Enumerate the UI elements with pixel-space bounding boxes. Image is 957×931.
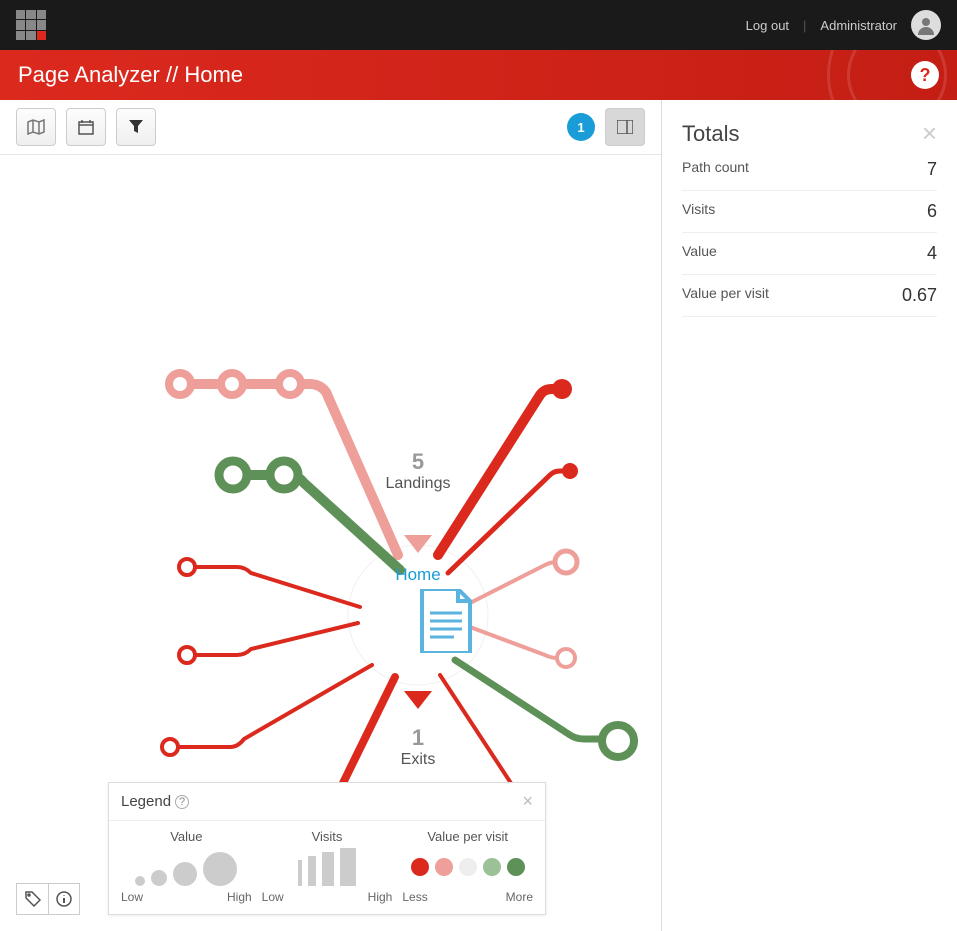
avatar-icon[interactable] bbox=[911, 10, 941, 40]
calendar-button[interactable] bbox=[66, 108, 106, 146]
count-badge[interactable]: 1 bbox=[567, 113, 595, 141]
map-button[interactable] bbox=[16, 108, 56, 146]
path-diagram[interactable]: 5 Landings Home 1 Exits 0.8 Exit value p… bbox=[0, 155, 661, 785]
panel-close-icon[interactable]: × bbox=[922, 118, 937, 149]
stat-row: Visits6 bbox=[682, 191, 937, 233]
info-button[interactable] bbox=[48, 883, 80, 915]
panel-title: Totals bbox=[682, 121, 739, 147]
legend-title: Legend bbox=[121, 793, 171, 810]
stat-row: Path count7 bbox=[682, 149, 937, 191]
exits-metric: 1 Exits bbox=[401, 725, 436, 769]
panel-toggle-button[interactable] bbox=[605, 108, 645, 146]
legend-vpv-col: Value per visit LessMore bbox=[402, 829, 533, 904]
tag-button[interactable] bbox=[16, 883, 48, 915]
topbar: Log out | Administrator bbox=[0, 0, 957, 50]
bottom-tools bbox=[16, 883, 80, 915]
center-node-label[interactable]: Home bbox=[395, 565, 440, 585]
stat-row: Value4 bbox=[682, 233, 937, 275]
app-logo-icon[interactable] bbox=[16, 10, 46, 40]
legend-close-icon[interactable]: × bbox=[522, 791, 533, 812]
main-area: 1 bbox=[0, 100, 662, 931]
legend-help-icon[interactable]: ? bbox=[175, 795, 189, 809]
totals-panel: Totals × Path count7 Visits6 Value4 Valu… bbox=[662, 100, 957, 931]
logout-link[interactable]: Log out bbox=[746, 18, 789, 33]
stat-row: Value per visit0.67 bbox=[682, 275, 937, 317]
legend-panel: Legend ? × Value LowHigh Visits bbox=[108, 782, 546, 915]
legend-value-col: Value LowHigh bbox=[121, 829, 252, 904]
separator: | bbox=[803, 18, 806, 33]
legend-visits-col: Visits LowHigh bbox=[262, 829, 393, 904]
user-label[interactable]: Administrator bbox=[820, 18, 897, 33]
landings-metric: 5 Landings bbox=[386, 449, 451, 493]
page-header: Page Analyzer // Home ? bbox=[0, 50, 957, 100]
filter-button[interactable] bbox=[116, 108, 156, 146]
help-icon[interactable]: ? bbox=[911, 61, 939, 89]
page-title: Page Analyzer // Home bbox=[18, 62, 243, 88]
toolbar: 1 bbox=[0, 100, 661, 155]
